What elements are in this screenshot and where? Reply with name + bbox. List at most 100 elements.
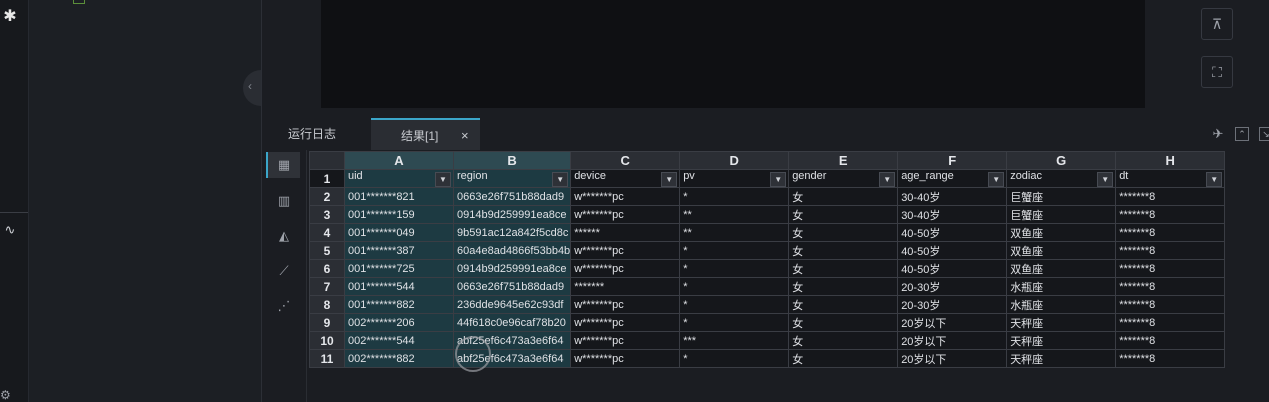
table-cell[interactable]: 女 <box>788 259 899 278</box>
row-number[interactable]: 7 <box>309 277 345 296</box>
table-cell[interactable]: 0914b9d259991ea8ce <box>452 259 572 278</box>
row-number[interactable]: 8 <box>309 295 345 314</box>
table-cell[interactable]: 巨蟹座 <box>1006 187 1117 206</box>
table-cell[interactable]: 20岁以下 <box>897 331 1008 350</box>
table-cell[interactable]: 天秤座 <box>1006 349 1117 368</box>
table-cell[interactable]: *******8 <box>1115 313 1226 332</box>
table-cell[interactable]: *******8 <box>1115 241 1226 260</box>
collapse-icon[interactable]: ⌃ <box>1235 127 1249 141</box>
table-cell[interactable]: * <box>679 187 790 206</box>
table-cell[interactable]: 女 <box>788 241 899 260</box>
table-cell[interactable]: 001*******725 <box>344 259 454 278</box>
column-header[interactable]: D <box>679 151 790 170</box>
scroll-top-button[interactable]: ⊼ <box>1201 8 1233 40</box>
table-cell[interactable]: 20-30岁 <box>897 277 1008 296</box>
table-cell[interactable]: w*******pc <box>570 205 681 224</box>
table-cell[interactable]: 40-50岁 <box>897 241 1008 260</box>
row-number[interactable]: 1 <box>309 169 345 188</box>
table-cell[interactable]: 女 <box>788 277 899 296</box>
row-number[interactable]: 3 <box>309 205 345 224</box>
row-number[interactable]: 2 <box>309 187 345 206</box>
table-cell[interactable]: 水瓶座 <box>1006 295 1117 314</box>
table-cell[interactable]: 天秤座 <box>1006 313 1117 332</box>
column-header[interactable]: B <box>452 151 572 170</box>
table-cell[interactable]: ** <box>679 223 790 242</box>
table-cell[interactable]: 女 <box>788 295 899 314</box>
table-cell[interactable]: 002*******882 <box>344 349 454 368</box>
table-cell[interactable]: w*******pc <box>570 295 681 314</box>
table-cell[interactable]: 0663e26f751b88dad9 <box>452 187 572 206</box>
table-cell[interactable]: *******8 <box>1115 277 1226 296</box>
table-cell[interactable]: 双鱼座 <box>1006 223 1117 242</box>
column-header[interactable]: F <box>897 151 1008 170</box>
table-cell[interactable]: 女 <box>788 313 899 332</box>
table-cell[interactable]: 002*******544 <box>344 331 454 350</box>
table-cell[interactable]: 双鱼座 <box>1006 259 1117 278</box>
table-cell[interactable]: * <box>679 313 790 332</box>
field-header[interactable]: ▼ age_range <box>897 169 1008 188</box>
corner-cell[interactable] <box>309 151 345 170</box>
bar-chart-icon[interactable]: ▥ <box>268 188 300 214</box>
close-icon[interactable]: × <box>461 120 469 152</box>
row-number[interactable]: 4 <box>309 223 345 242</box>
field-header[interactable]: ▼ uid <box>344 169 454 188</box>
code-editor[interactable] <box>321 0 1145 108</box>
table-cell[interactable]: w*******pc <box>570 259 681 278</box>
filter-dropdown-icon[interactable]: ▼ <box>1206 172 1223 187</box>
column-header[interactable]: G <box>1006 151 1117 170</box>
table-cell[interactable]: 40-50岁 <box>897 223 1008 242</box>
filter-dropdown-icon[interactable]: ▼ <box>552 172 569 187</box>
table-cell[interactable]: * <box>679 241 790 260</box>
table-cell[interactable]: 巨蟹座 <box>1006 205 1117 224</box>
table-cell[interactable]: *******8 <box>1115 295 1226 314</box>
area-chart-icon[interactable]: ◭ <box>268 223 300 249</box>
filter-dropdown-icon[interactable]: ▼ <box>988 172 1005 187</box>
fullscreen-button[interactable]: ⛶ <box>1201 56 1233 88</box>
table-cell[interactable]: 20-30岁 <box>897 295 1008 314</box>
table-cell[interactable]: 30-40岁 <box>897 187 1008 206</box>
table-cell[interactable]: 0914b9d259991ea8ce <box>452 205 572 224</box>
field-header[interactable]: ▼ region <box>452 169 572 188</box>
field-header[interactable]: ▼ pv <box>679 169 790 188</box>
table-cell[interactable]: * <box>679 259 790 278</box>
field-header[interactable]: ▼ zodiac <box>1006 169 1117 188</box>
table-cell[interactable]: * <box>679 349 790 368</box>
table-cell[interactable]: * <box>679 295 790 314</box>
table-cell[interactable]: *******8 <box>1115 259 1226 278</box>
table-cell[interactable]: 001*******544 <box>344 277 454 296</box>
table-view-icon[interactable]: ▦ <box>266 152 300 178</box>
table-cell[interactable]: 20岁以下 <box>897 313 1008 332</box>
table-cell[interactable]: *******8 <box>1115 187 1226 206</box>
table-cell[interactable]: 女 <box>788 223 899 242</box>
table-cell[interactable]: *******8 <box>1115 205 1226 224</box>
table-cell[interactable]: 002*******206 <box>344 313 454 332</box>
table-cell[interactable]: 天秤座 <box>1006 331 1117 350</box>
field-header[interactable]: ▼ gender <box>788 169 899 188</box>
field-header[interactable]: ▼ device <box>570 169 681 188</box>
settings-icon[interactable]: ⚙ <box>0 388 14 402</box>
table-cell[interactable]: w*******pc <box>570 349 681 368</box>
table-cell[interactable]: 001*******387 <box>344 241 454 260</box>
filter-dropdown-icon[interactable]: ▼ <box>435 172 451 187</box>
tab-result[interactable]: 结果[1] × <box>371 118 480 150</box>
table-cell[interactable]: 女 <box>788 205 899 224</box>
table-cell[interactable]: 44f618c0e96caf78b20 <box>452 313 572 332</box>
waveform-icon[interactable]: ∿ <box>0 222 20 242</box>
table-cell[interactable]: 双鱼座 <box>1006 241 1117 260</box>
result-grid[interactable]: A B C D E F G H 1 ▼ uid ▼ region ▼ device ▼… <box>309 151 1226 368</box>
table-cell[interactable]: * <box>679 277 790 296</box>
table-cell[interactable]: w*******pc <box>570 313 681 332</box>
table-cell[interactable]: *******8 <box>1115 331 1226 350</box>
table-cell[interactable]: 60a4e8ad4866f53bb4b <box>452 241 572 260</box>
table-cell[interactable]: 女 <box>788 349 899 368</box>
table-cell[interactable]: 20岁以下 <box>897 349 1008 368</box>
row-number[interactable]: 6 <box>309 259 345 278</box>
table-cell[interactable]: 001*******159 <box>344 205 454 224</box>
table-cell[interactable]: w*******pc <box>570 241 681 260</box>
row-number[interactable]: 5 <box>309 241 345 260</box>
table-cell[interactable]: ******* <box>570 277 681 296</box>
table-cell[interactable]: w*******pc <box>570 331 681 350</box>
column-header[interactable]: H <box>1115 151 1226 170</box>
table-cell[interactable]: 女 <box>788 187 899 206</box>
filter-dropdown-icon[interactable]: ▼ <box>1097 172 1114 187</box>
